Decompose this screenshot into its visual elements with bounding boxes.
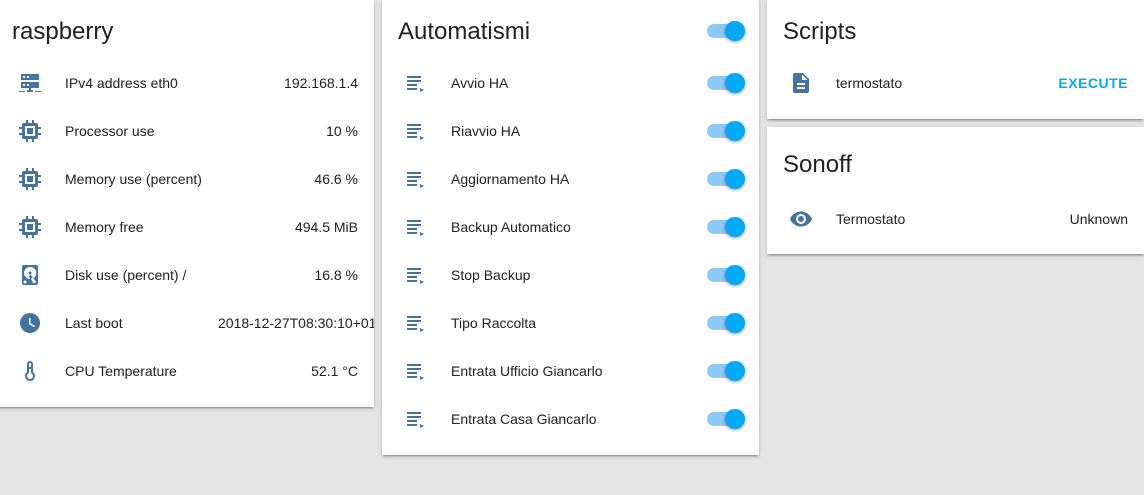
file-document-icon xyxy=(789,71,813,95)
toggle-knob xyxy=(725,21,745,41)
sensor-label: Last boot xyxy=(65,315,123,331)
automation-toggle[interactable] xyxy=(707,217,745,237)
raspberry-card-title: raspberry xyxy=(12,18,114,45)
automatismi-card-title: Automatismi xyxy=(398,18,531,45)
execute-button[interactable]: EXECUTE xyxy=(1058,75,1128,91)
toggle-knob xyxy=(725,73,745,93)
sensor-value: 46.6 % xyxy=(314,171,358,187)
toggle-knob xyxy=(725,169,745,189)
sensor-label: Disk use (percent) / xyxy=(65,267,187,283)
playlist-play-icon xyxy=(404,359,428,383)
sensor-label: IPv4 address eth0 xyxy=(65,75,178,91)
playlist-play-icon xyxy=(404,215,428,239)
chip-icon xyxy=(18,167,42,191)
playlist-play-icon xyxy=(404,167,428,191)
sonoff-card: Sonoff Termostato Unknown xyxy=(767,127,1144,254)
automation-toggle[interactable] xyxy=(707,73,745,93)
sensor-row-termostato[interactable]: Termostato Unknown xyxy=(767,199,1144,239)
automation-row[interactable]: Backup Automatico xyxy=(382,207,759,247)
server-network-icon xyxy=(18,71,42,95)
automation-toggle[interactable] xyxy=(707,409,745,429)
sensor-row-last-boot[interactable]: Last boot 2018-12-27T08:30:10+01:00 xyxy=(0,303,374,343)
automation-row[interactable]: Riavvio HA xyxy=(382,111,759,151)
automation-toggle[interactable] xyxy=(707,169,745,189)
sensor-value: 10 % xyxy=(326,123,358,139)
scripts-card-title: Scripts xyxy=(783,18,857,45)
harddisk-icon xyxy=(18,263,42,287)
automation-row[interactable]: Entrata Ufficio Giancarlo xyxy=(382,351,759,391)
sonoff-card-title: Sonoff xyxy=(783,151,852,178)
automation-row[interactable]: Stop Backup xyxy=(382,255,759,295)
sensor-label: Memory use (percent) xyxy=(65,171,202,187)
playlist-play-icon xyxy=(404,263,428,287)
automation-row[interactable]: Aggiornamento HA xyxy=(382,159,759,199)
automation-toggle[interactable] xyxy=(707,121,745,141)
toggle-knob xyxy=(725,361,745,381)
toggle-knob xyxy=(725,265,745,285)
sensor-row-memory-use[interactable]: Memory use (percent) 46.6 % xyxy=(0,159,374,199)
sensor-row-ipv4[interactable]: IPv4 address eth0 192.168.1.4 xyxy=(0,63,374,103)
script-row-termostato: termostato EXECUTE xyxy=(767,63,1144,103)
toggle-knob xyxy=(725,121,745,141)
sensor-label: Processor use xyxy=(65,123,155,139)
automation-row[interactable]: Entrata Casa Giancarlo xyxy=(382,399,759,439)
sensor-row-processor-use[interactable]: Processor use 10 % xyxy=(0,111,374,151)
scripts-card: Scripts termostato EXECUTE xyxy=(767,0,1144,119)
toggle-knob xyxy=(725,313,745,333)
eye-icon xyxy=(789,207,813,231)
sensor-row-memory-free[interactable]: Memory free 494.5 MiB xyxy=(0,207,374,247)
automation-toggle[interactable] xyxy=(707,361,745,381)
sensor-label: Termostato xyxy=(836,211,906,227)
raspberry-card: raspberry IPv4 address eth0 192.168.1.4 … xyxy=(0,0,374,407)
automation-toggle[interactable] xyxy=(707,265,745,285)
sensor-value: 494.5 MiB xyxy=(294,219,358,235)
playlist-play-icon xyxy=(404,311,428,335)
sensor-row-disk-use[interactable]: Disk use (percent) / 16.8 % xyxy=(0,255,374,295)
automation-row[interactable]: Avvio HA xyxy=(382,63,759,103)
sensor-label: CPU Temperature xyxy=(65,363,177,379)
toggle-knob xyxy=(725,409,745,429)
master-toggle[interactable] xyxy=(707,21,745,41)
chip-icon xyxy=(18,215,42,239)
sensor-value: 192.168.1.4 xyxy=(284,75,358,91)
sensor-value: 52.1 °C xyxy=(311,363,358,379)
sensor-value: Unknown xyxy=(1069,211,1128,227)
toggle-knob xyxy=(725,217,745,237)
sensor-value: 2018-12-27T08:30:10+01:00 xyxy=(218,315,374,331)
sensor-row-cpu-temperature[interactable]: CPU Temperature 52.1 °C xyxy=(0,351,374,391)
sensor-value: 16.8 % xyxy=(314,267,358,283)
sensor-label: Memory free xyxy=(65,219,144,235)
clock-icon xyxy=(18,311,42,335)
playlist-play-icon xyxy=(404,119,428,143)
automation-toggle[interactable] xyxy=(707,313,745,333)
automatismi-card: Automatismi Avvio HA Riavvio HA Aggiorna… xyxy=(382,0,759,455)
playlist-play-icon xyxy=(404,407,428,431)
automation-row[interactable]: Tipo Raccolta xyxy=(382,303,759,343)
chip-icon xyxy=(18,119,42,143)
thermometer-icon xyxy=(18,359,42,383)
playlist-play-icon xyxy=(404,71,428,95)
